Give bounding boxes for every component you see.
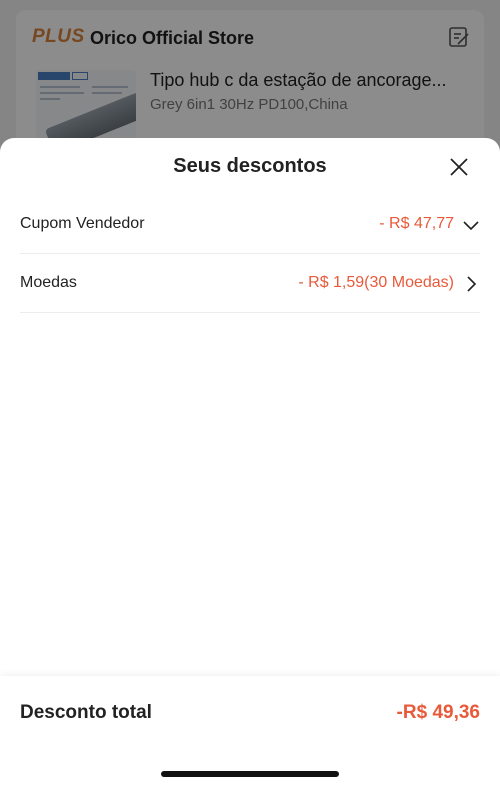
total-discount-label: Desconto total — [20, 702, 152, 723]
row-value: - R$ 1,59(30 Moedas) — [298, 274, 454, 291]
total-discount-value: -R$ 49,36 — [396, 702, 480, 723]
row-label: Cupom Vendedor — [20, 215, 145, 232]
discount-row-coins[interactable]: Moedas - R$ 1,59(30 Moedas) — [20, 255, 480, 313]
home-indicator[interactable] — [161, 771, 339, 777]
close-icon[interactable] — [448, 156, 470, 178]
chevron-down-icon[interactable] — [462, 216, 480, 234]
sheet-title: Seus descontos — [173, 155, 327, 177]
discounts-sheet: Seus descontos Cupom Vendedor - R$ 47,77… — [0, 138, 500, 788]
chevron-right-icon[interactable] — [462, 275, 480, 293]
row-value: - R$ 47,77 — [379, 215, 454, 232]
discount-row-seller-coupon[interactable]: Cupom Vendedor - R$ 47,77 — [20, 196, 480, 254]
sheet-footer: Desconto total -R$ 49,36 — [0, 676, 500, 788]
row-label: Moedas — [20, 274, 77, 291]
